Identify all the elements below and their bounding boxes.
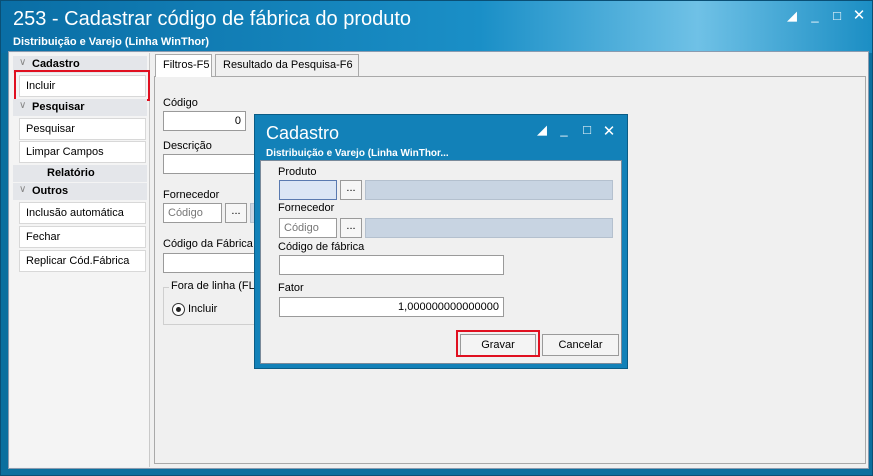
fornecedor-search-button[interactable]: ... bbox=[225, 203, 247, 223]
section-relatorio-label: Relatório bbox=[47, 167, 95, 179]
maximize-icon[interactable]: □ bbox=[579, 122, 595, 137]
dialog-fornecedor-label: Fornecedor bbox=[278, 202, 335, 214]
section-outros[interactable]: ∨ Outros bbox=[13, 183, 147, 200]
sidebar: ∨ Cadastro Incluir ∨ Pesquisar Pesquisar… bbox=[10, 53, 150, 467]
restore-icon[interactable]: ◢ bbox=[534, 122, 550, 138]
maximize-icon[interactable]: □ bbox=[829, 9, 845, 23]
fornecedor-code-input[interactable]: Código bbox=[163, 203, 222, 223]
window-subtitle: Distribuição e Varejo (Linha WinThor) bbox=[13, 36, 210, 48]
fator-label: Fator bbox=[278, 282, 304, 294]
codigo-label: Código bbox=[163, 97, 198, 109]
dialog-subtitle: Distribuição e Varejo (Linha WinThor... bbox=[266, 148, 449, 159]
dialog-body: Produto ... Fornecedor Código ... Código… bbox=[260, 160, 622, 364]
dialog-fornecedor-name-field bbox=[365, 218, 613, 238]
codigo-de-fabrica-label: Código de fábrica bbox=[278, 241, 365, 253]
highlight-gravar bbox=[456, 330, 540, 357]
minimize-icon[interactable]: _ bbox=[807, 9, 823, 23]
produto-name-field bbox=[365, 180, 613, 200]
main-window: 253 - Cadastrar código de fábrica do pro… bbox=[0, 0, 873, 476]
title-bar: 253 - Cadastrar código de fábrica do pro… bbox=[1, 1, 872, 53]
fornecedor-label: Fornecedor bbox=[163, 189, 220, 201]
replicar-cod-fabrica-button[interactable]: Replicar Cód.Fábrica bbox=[19, 250, 146, 272]
fechar-button[interactable]: Fechar bbox=[19, 226, 146, 248]
cancelar-button[interactable]: Cancelar bbox=[542, 334, 619, 356]
produto-search-button[interactable]: ... bbox=[340, 180, 362, 200]
minimize-icon[interactable]: _ bbox=[556, 122, 572, 137]
dialog-fornecedor-search-button[interactable]: ... bbox=[340, 218, 362, 238]
chevron-down-icon: ∨ bbox=[19, 57, 27, 68]
chevron-down-icon: ∨ bbox=[19, 100, 27, 111]
tab-filtros[interactable]: Filtros-F5 bbox=[155, 54, 212, 77]
codigo-fabrica-label: Código da Fábrica bbox=[163, 238, 253, 250]
dialog-title: Cadastro bbox=[266, 123, 340, 143]
close-icon[interactable]: ✕ bbox=[601, 122, 617, 140]
pesquisar-button[interactable]: Pesquisar bbox=[19, 118, 146, 140]
fora-de-linha-label: Fora de linha (FL) bbox=[169, 280, 261, 292]
codigo-de-fabrica-input[interactable] bbox=[279, 255, 504, 275]
section-outros-label: Outros bbox=[32, 185, 69, 197]
section-pesquisar-label: Pesquisar bbox=[32, 101, 85, 113]
highlight-incluir bbox=[14, 70, 150, 101]
limpar-campos-button[interactable]: Limpar Campos bbox=[19, 141, 146, 163]
section-pesquisar[interactable]: ∨ Pesquisar bbox=[13, 99, 147, 116]
section-relatorio[interactable]: Relatório bbox=[13, 165, 147, 182]
dialog-fornecedor-code-input[interactable]: Código bbox=[279, 218, 337, 238]
cadastro-dialog: Cadastro Distribuição e Varejo (Linha Wi… bbox=[254, 114, 628, 369]
radio-selected-dot bbox=[176, 307, 181, 312]
codigo-fabrica-input[interactable] bbox=[163, 253, 259, 273]
tab-resultado-pesquisa[interactable]: Resultado da Pesquisa-F6 bbox=[215, 54, 359, 76]
inclusao-automatica-button[interactable]: Inclusão automática bbox=[19, 202, 146, 224]
fator-input[interactable]: 1,000000000000000 bbox=[279, 297, 504, 317]
radio-incluir-label: Incluir bbox=[188, 303, 218, 315]
window-title: 253 - Cadastrar código de fábrica do pro… bbox=[13, 8, 412, 30]
close-icon[interactable]: ✕ bbox=[851, 8, 867, 23]
descricao-input[interactable] bbox=[163, 154, 259, 174]
produto-code-input[interactable] bbox=[279, 180, 337, 200]
descricao-label: Descrição bbox=[163, 140, 212, 152]
radio-incluir[interactable] bbox=[172, 303, 185, 316]
chevron-down-icon: ∨ bbox=[19, 184, 27, 195]
produto-label: Produto bbox=[278, 166, 317, 178]
codigo-input[interactable]: 0 bbox=[163, 111, 246, 131]
section-cadastro-label: Cadastro bbox=[32, 58, 80, 70]
restore-icon[interactable]: ◢ bbox=[784, 9, 800, 23]
